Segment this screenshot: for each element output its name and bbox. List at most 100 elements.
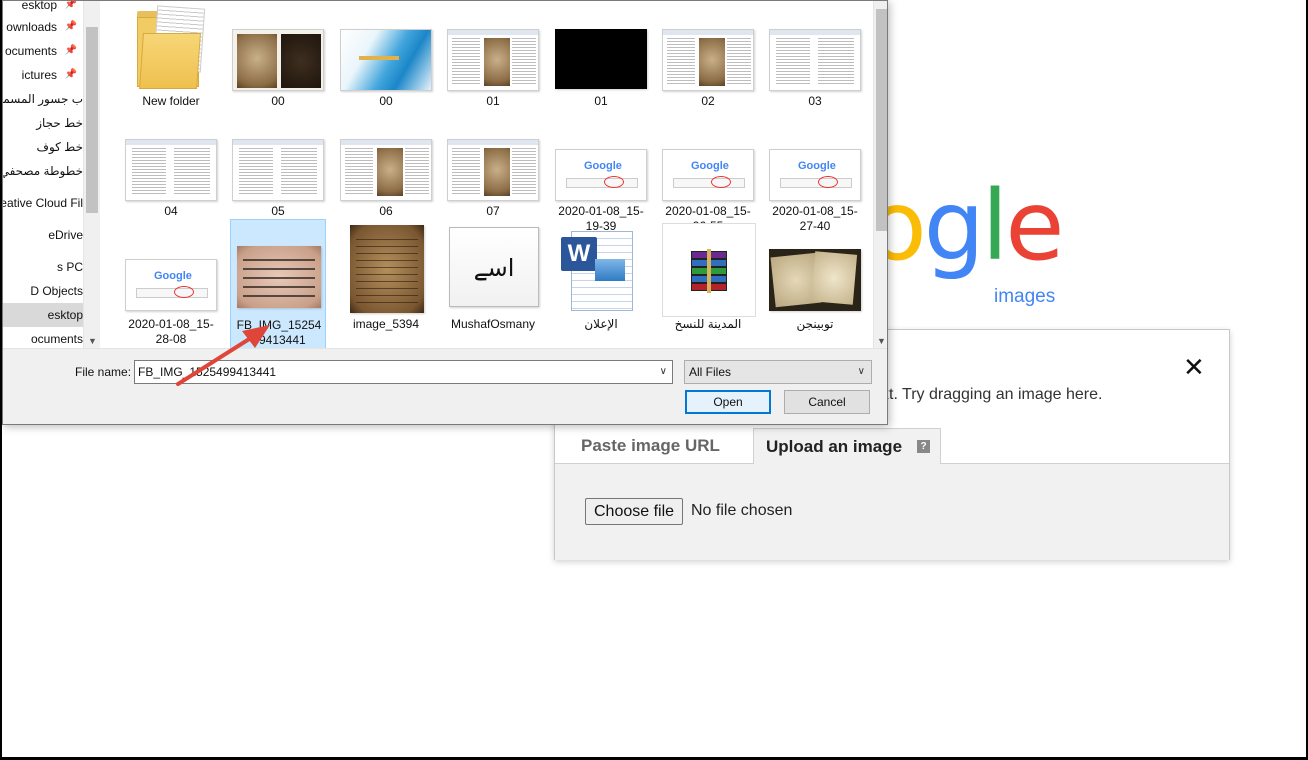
scroll-down-icon[interactable]: ▼ xyxy=(84,336,101,346)
file-item[interactable]: W الإعلان xyxy=(553,219,649,349)
search-tabs: Paste image URL Upload an image ? xyxy=(555,428,1229,465)
file-list-scrollbar[interactable]: ▼ xyxy=(873,1,887,348)
document-thumbnail xyxy=(447,113,539,201)
tab-upload-image[interactable]: Upload an image ? xyxy=(753,428,942,465)
file-item-label: New folder xyxy=(142,94,200,108)
google-mini-logo: Google xyxy=(691,160,729,172)
image-thumbnail xyxy=(232,3,324,91)
file-item[interactable]: image_5394 xyxy=(338,219,434,349)
file-list-scroll-thumb[interactable] xyxy=(876,9,887,231)
font-glyph-preview: اسے xyxy=(473,254,515,282)
dialog-footer: File name: FB_IMG_1525499413441 ∨ All Fi… xyxy=(3,348,887,424)
file-type-select[interactable]: All Files ∨ xyxy=(684,360,872,384)
file-item-label: 07 xyxy=(486,204,500,218)
nav-item[interactable]: خط كوف xyxy=(3,135,84,159)
nav-item-label: D Objects xyxy=(30,284,83,298)
close-icon[interactable]: ✕ xyxy=(1183,354,1205,380)
screen: ogle images xt. Try dragging an image he… xyxy=(2,0,1306,757)
file-item-label: 2020-01-08_15-28-08 xyxy=(128,317,214,346)
file-item-label: 00 xyxy=(271,94,285,108)
file-item-label: MushafOsmany xyxy=(450,317,536,331)
nav-item-label: ocuments xyxy=(30,332,83,346)
font-file-icon: اسے xyxy=(447,223,539,311)
upload-area: Choose file No file chosen xyxy=(555,464,1229,560)
google-mini-logo: Google xyxy=(154,270,192,282)
file-name-input[interactable]: FB_IMG_1525499413441 ∨ xyxy=(134,360,673,384)
file-item-label: 00 xyxy=(379,94,393,108)
nav-item[interactable]: ictures 📌 xyxy=(3,63,83,87)
choose-file-button[interactable]: Choose file xyxy=(585,498,684,525)
folder-icon xyxy=(125,3,217,91)
chevron-down-icon[interactable]: ∨ xyxy=(660,361,667,383)
winrar-archive-icon xyxy=(662,223,756,317)
navigation-pane-scrollbar[interactable]: ▼ xyxy=(83,1,100,348)
screenshot-thumbnail: Google xyxy=(769,113,861,201)
help-icon[interactable]: ? xyxy=(917,440,931,453)
nav-item[interactable]: ب جسور المسمو xyxy=(3,87,83,111)
navigation-pane: esktop 📌 ownloads 📌 ocuments 📌 ictures 📌 ب جسور … xyxy=(3,1,83,346)
file-item-label: توبينجن xyxy=(796,317,834,331)
open-button[interactable]: Open xyxy=(685,390,771,414)
nav-item-label: esktop xyxy=(47,308,83,322)
nav-item-label: خطوطة مصحفي xyxy=(3,164,83,178)
file-list: New folder 00 00 01 01 02 03 04 05 06 07 Google 2020… xyxy=(103,1,873,349)
file-item-label: 05 xyxy=(271,204,285,218)
screenshot-thumbnail: Google xyxy=(662,113,754,201)
google-logo-letter: e xyxy=(1005,170,1064,282)
pin-icon: 📌 xyxy=(64,45,77,56)
navigation-scroll-thumb[interactable] xyxy=(86,27,98,213)
tab-paste-image-url[interactable]: Paste image URL xyxy=(569,428,732,464)
file-item[interactable]: Google 2020-01-08_15-28-08 xyxy=(123,219,219,349)
nav-item[interactable]: s PC xyxy=(3,255,83,279)
file-item[interactable]: المدينة للنسخ xyxy=(660,219,756,349)
file-item-label: 01 xyxy=(594,94,608,108)
file-item-label: image_5394 xyxy=(352,317,420,331)
image-thumbnail xyxy=(233,222,325,310)
cancel-button[interactable]: Cancel xyxy=(784,390,870,414)
google-mini-logo: Google xyxy=(584,160,622,172)
document-thumbnail xyxy=(340,113,432,201)
google-mini-logo: Google xyxy=(798,160,836,172)
nav-item[interactable]: ownloads 📌 xyxy=(3,15,83,39)
drag-hint-text: xt. Try dragging an image here. xyxy=(881,386,1103,403)
chevron-down-icon: ∨ xyxy=(857,366,865,377)
file-item[interactable]: FB_IMG_1525499413441 xyxy=(230,219,326,349)
nav-item-label: ictures xyxy=(21,68,57,82)
nav-item[interactable]: ocuments 📌 xyxy=(3,39,83,63)
image-thumbnail xyxy=(340,3,432,91)
google-logo-letter: g xyxy=(923,170,985,282)
document-thumbnail xyxy=(125,113,217,201)
nav-item-label: eative Cloud Fil xyxy=(3,196,83,210)
pin-icon: 📌 xyxy=(64,21,77,32)
file-type-value: All Files xyxy=(689,365,732,379)
nav-item-label: خط كوف xyxy=(36,140,84,154)
nav-item[interactable]: خطوطة مصحفي xyxy=(3,159,83,183)
file-item-label: FB_IMG_1525499413441 xyxy=(236,318,322,347)
scroll-down-icon[interactable]: ▼ xyxy=(874,336,887,346)
file-item[interactable]: اسے MushafOsmany xyxy=(445,219,541,349)
word-logo-letter: W xyxy=(561,237,597,271)
nav-item[interactable]: eative Cloud Fil xyxy=(3,191,83,215)
file-name-label: File name: xyxy=(75,365,132,379)
document-thumbnail xyxy=(662,3,754,91)
file-item-label: 02 xyxy=(701,94,715,108)
file-item-label: 06 xyxy=(379,204,393,218)
image-thumbnail xyxy=(769,223,861,311)
file-item-label: الإعلان xyxy=(584,317,618,331)
word-document-icon: W xyxy=(555,223,647,311)
document-thumbnail xyxy=(447,3,539,91)
nav-item[interactable]: D Objects xyxy=(3,279,83,303)
pin-icon: 📌 xyxy=(64,69,77,80)
image-thumbnail xyxy=(555,3,647,91)
google-logo-letter: l xyxy=(981,170,1009,282)
nav-item[interactable]: eDrive xyxy=(3,223,83,247)
file-item-label: 04 xyxy=(164,204,178,218)
file-item[interactable]: توبينجن xyxy=(767,219,863,349)
nav-item-label: ownloads xyxy=(6,20,57,34)
nav-item[interactable]: ocuments xyxy=(3,327,83,346)
file-open-dialog: esktop 📌 ownloads 📌 ocuments 📌 ictures 📌 ب جسور … xyxy=(2,0,888,425)
image-thumbnail xyxy=(340,223,432,313)
nav-item[interactable]: خط حجاز xyxy=(3,111,83,135)
google-logo-images-label: images xyxy=(994,286,1056,307)
nav-item[interactable]: esktop xyxy=(3,303,83,327)
